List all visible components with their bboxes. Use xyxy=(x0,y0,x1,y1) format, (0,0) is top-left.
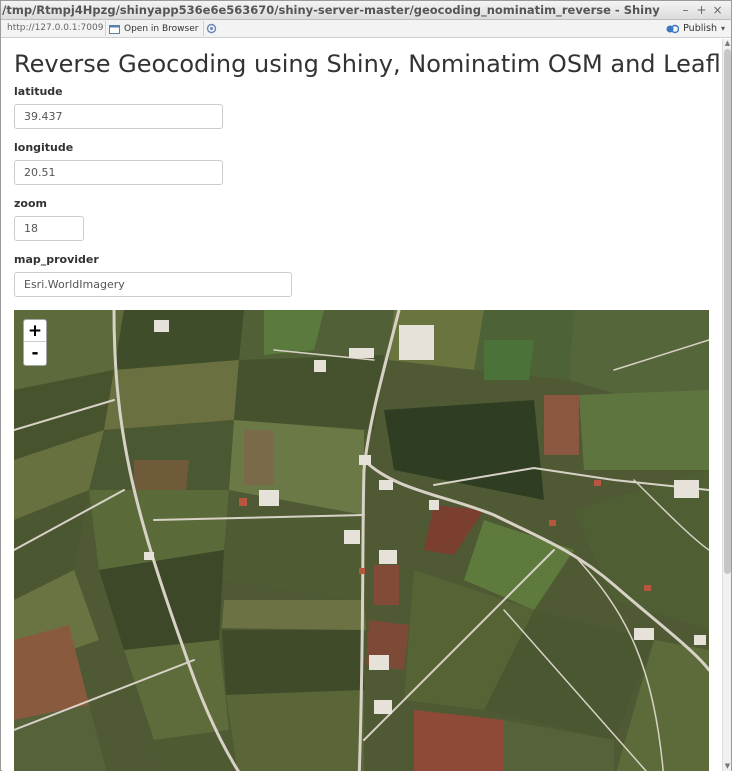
maximize-button[interactable]: + xyxy=(694,1,709,20)
satellite-imagery xyxy=(14,310,709,771)
map-provider-label: map_provider xyxy=(14,253,99,266)
longitude-input[interactable]: 20.51 xyxy=(14,160,223,185)
zoom-out-button[interactable]: - xyxy=(24,342,46,364)
scroll-down-icon[interactable]: ▼ xyxy=(723,762,732,771)
zoom-input[interactable]: 18 xyxy=(14,216,84,241)
minimize-button[interactable]: – xyxy=(678,1,693,20)
window-title: /tmp/Rtmpj4Hpzg/shinyapp536e6e563670/shi… xyxy=(2,3,660,17)
refresh-button[interactable] xyxy=(203,21,219,36)
close-button[interactable]: × xyxy=(710,1,725,20)
publish-label: Publish xyxy=(683,23,717,34)
chevron-down-icon[interactable]: ▾ xyxy=(721,24,725,33)
zoom-label: zoom xyxy=(14,197,47,210)
vertical-scrollbar[interactable]: ▲ ▼ xyxy=(722,39,731,771)
browser-icon xyxy=(109,24,120,34)
url-label: http://127.0.0.1:7009 xyxy=(7,23,104,33)
zoom-in-button[interactable]: + xyxy=(24,320,46,342)
title-bar: /tmp/Rtmpj4Hpzg/shinyapp536e6e563670/shi… xyxy=(1,1,731,20)
open-in-browser-label: Open in Browser xyxy=(124,23,199,34)
page-title: Reverse Geocoding using Shiny, Nominatim… xyxy=(14,50,722,78)
refresh-icon xyxy=(206,23,217,34)
latitude-label: latitude xyxy=(14,85,63,98)
app-window: /tmp/Rtmpj4Hpzg/shinyapp536e6e563670/shi… xyxy=(0,0,732,771)
open-in-browser-button[interactable]: Open in Browser xyxy=(105,21,202,36)
publish-icon xyxy=(666,24,680,33)
app-content: Reverse Geocoding using Shiny, Nominatim… xyxy=(2,39,722,771)
leaflet-map[interactable]: + - xyxy=(14,310,709,771)
scroll-thumb[interactable] xyxy=(724,49,731,574)
longitude-label: longitude xyxy=(14,141,74,154)
latitude-input[interactable]: 39.437 xyxy=(14,104,223,129)
scroll-up-icon[interactable]: ▲ xyxy=(723,39,732,48)
publish-button[interactable]: Publish ▾ xyxy=(666,21,725,36)
map-provider-input[interactable]: Esri.WorldImagery xyxy=(14,272,292,297)
viewer-toolbar: http://127.0.0.1:7009 Open in Browser Pu… xyxy=(1,20,731,38)
map-zoom-control: + - xyxy=(23,319,47,366)
